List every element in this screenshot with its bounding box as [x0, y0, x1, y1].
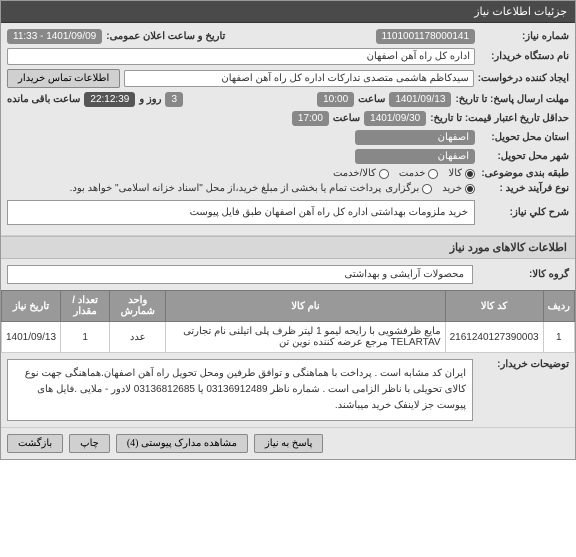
summary-label: شرح کلي نیاز: [479, 207, 569, 218]
radio-icon [465, 169, 475, 179]
announce-datetime-value: 1401/09/09 - 11:33 [7, 29, 102, 44]
days-remaining: 3 [165, 92, 183, 107]
radio-both[interactable]: کالا/خدمت [333, 168, 389, 179]
col-date: تاریخ نیاز [2, 291, 61, 322]
summary-value: خرید ملزومات بهداشتی اداره کل راه آهن اص… [7, 200, 475, 225]
deadline-time-label: ساعت [358, 94, 385, 105]
radio-both-label: کالا/خدمت [333, 168, 376, 179]
deadline-time: 10:00 [317, 92, 354, 107]
requester-label: ایجاد کننده درخواست: [478, 73, 569, 84]
process-note: پرداخت تمام یا بخشی از مبلغ خرید،از محل … [70, 183, 382, 194]
buyer-org-value: اداره کل راه آهن اصفهان [7, 48, 475, 65]
countdown-timer: 22:12:39 [84, 92, 135, 107]
col-code: کد کالا [445, 291, 543, 322]
radio-icon [379, 169, 389, 179]
cell-code: 2161240127390003 [445, 322, 543, 353]
days-label: روز و [139, 94, 161, 105]
radio-buy[interactable]: خرید [442, 183, 475, 194]
col-qty: تعداد / مقدار [61, 291, 110, 322]
announce-datetime-label: تاریخ و ساعت اعلان عمومی: [106, 31, 225, 42]
deadline-date: 1401/09/13 [389, 92, 451, 107]
province-value: اصفهان [355, 130, 475, 145]
validity-time-label: ساعت [333, 113, 360, 124]
buyer-org-label: نام دستگاه خریدار: [479, 51, 569, 62]
contact-button[interactable]: اطلاعات تماس خریدار [7, 69, 120, 88]
radio-buy-label: خرید [442, 183, 462, 194]
back-button[interactable]: بازگشت [7, 434, 63, 453]
province-label: استان محل تحویل: [479, 132, 569, 143]
radio-goods[interactable]: کالا [448, 168, 475, 179]
col-unit: واحد شمارش [110, 291, 166, 322]
validity-date: 1401/09/30 [364, 111, 426, 126]
cell-row: 1 [543, 322, 574, 353]
process-radio-group: خرید برگزاری [385, 183, 475, 194]
cell-name: مایع ظرفشویی با رایحه لیمو 1 لیتر ظرف پل… [166, 322, 445, 353]
validity-label: حداقل تاریخ اعتبار قیمت: تا تاریخ: [430, 113, 569, 124]
process-label: نوع فرآیند خرید : [479, 183, 569, 194]
city-value: اصفهان [355, 149, 475, 164]
radio-reverse-label: برگزاری [385, 183, 419, 194]
radio-goods-label: کالا [448, 168, 462, 179]
col-row: ردیف [543, 291, 574, 322]
radio-icon [422, 184, 432, 194]
col-name: نام کالا [166, 291, 445, 322]
radio-service-label: خدمت [399, 168, 426, 179]
page-title: جزئیات اطلاعات نیاز [1, 1, 575, 23]
need-number-label: شماره نیاز: [479, 31, 569, 42]
goods-section-header: اطلاعات کالاهای مورد نیاز [1, 236, 575, 259]
buyer-notes-label: توضیحات خریدار: [479, 359, 569, 421]
cell-unit: عدد [110, 322, 166, 353]
radio-reverse[interactable]: برگزاری [385, 183, 432, 194]
requester-value: سیدکاظم هاشمی متصدی تدارکات اداره کل راه… [124, 70, 473, 87]
city-label: شهر محل تحویل: [479, 151, 569, 162]
radio-icon [465, 184, 475, 194]
reply-button[interactable]: پاسخ به نیاز [254, 434, 324, 453]
goods-group-label: گروه کالا: [479, 269, 569, 280]
deadline-label: مهلت ارسال پاسخ: تا تاریخ: [455, 94, 569, 105]
radio-icon [428, 169, 438, 179]
need-number-value: 1101001178000141 [376, 29, 476, 44]
cell-qty: 1 [61, 322, 110, 353]
table-row: 1 2161240127390003 مایع ظرفشویی با رایحه… [2, 322, 575, 353]
category-label: طبقه بندی موضوعی: [479, 168, 569, 179]
category-radio-group: کالا خدمت کالا/خدمت [333, 168, 475, 179]
remaining-label: ساعت باقی مانده [7, 94, 80, 105]
cell-date: 1401/09/13 [2, 322, 61, 353]
validity-time: 17:00 [292, 111, 329, 126]
print-button[interactable]: چاپ [69, 434, 110, 453]
attachments-button[interactable]: مشاهده مدارک پیوستی (4) [116, 434, 248, 453]
goods-table: ردیف کد کالا نام کالا واحد شمارش تعداد /… [1, 290, 575, 353]
buyer-notes-value: ایران کد مشابه است . پرداخت با هماهنگی و… [7, 359, 473, 421]
radio-service[interactable]: خدمت [399, 168, 439, 179]
goods-group-value: محصولات آرایشی و بهداشتی [7, 265, 473, 284]
